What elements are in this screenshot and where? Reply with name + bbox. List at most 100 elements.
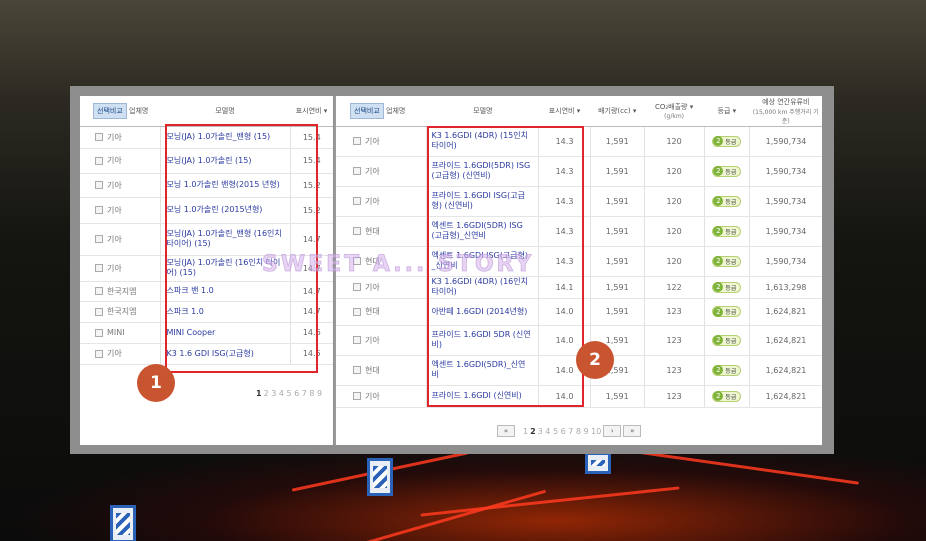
grade-badge: 2 등급 [712, 255, 742, 267]
fuel-cost-cell: 1,590,734 [749, 246, 822, 277]
model-header[interactable]: 모델명 [426, 96, 539, 127]
grade-number: 2 [713, 282, 724, 292]
row-checkbox[interactable] [353, 366, 361, 374]
grade-badge: 2 등급 [712, 135, 742, 147]
fuel-cost-cell: 1,590,734 [749, 126, 822, 157]
co2-cell: 120 [643, 246, 705, 277]
row-checkbox[interactable] [95, 349, 103, 358]
displacement-cell: 1,591 [589, 385, 645, 408]
grade-label: 등급 [725, 138, 737, 146]
fuel-cost-cell: 1,613,298 [749, 276, 822, 299]
page-current[interactable]: 1 [256, 389, 262, 398]
maker-cell: 현대 [365, 365, 380, 375]
grade-header-sort[interactable]: 등급 ▾ [704, 96, 750, 127]
co2-cell: 123 [643, 325, 705, 356]
row-checkbox[interactable] [95, 206, 103, 214]
co2-cell: 123 [643, 385, 705, 408]
displacement-cell: 1,591 [589, 186, 645, 217]
grade-badge: 2 등급 [712, 390, 742, 402]
maker-cell: 기아 [107, 205, 122, 215]
grade-number: 2 [713, 365, 724, 375]
grade-number: 2 [713, 166, 724, 176]
efficiency-header-sort[interactable]: 표시연비 ▾ [538, 96, 591, 127]
fuel-cost-cell: 1,590,734 [749, 216, 822, 247]
row-checkbox[interactable] [95, 328, 103, 337]
grade-number: 2 [713, 256, 724, 266]
displacement-cell: 1,591 [589, 298, 645, 326]
pagination-2: « 1 2 3 4 5 6 7 8 9 10 › » [497, 425, 642, 437]
grade-label: 등급 [725, 198, 737, 206]
co2-header-sort[interactable]: CO₂배출량 ▾ (g/km) [644, 96, 705, 127]
grade-label: 등급 [725, 309, 737, 316]
grade-label: 등급 [725, 337, 737, 345]
displacement-cell: 1,591 [589, 246, 645, 277]
grade-label: 등급 [725, 258, 737, 266]
road-sign-icon [367, 458, 393, 496]
page-link[interactable]: 1 [523, 427, 528, 436]
next-page-button[interactable]: › [603, 425, 622, 437]
grade-badge: 2 등급 [712, 334, 742, 346]
step-badge-2: 2 [576, 341, 614, 379]
row-checkbox[interactable] [353, 283, 361, 291]
row-checkbox[interactable] [353, 392, 361, 400]
last-page-button[interactable]: » [623, 425, 642, 437]
grade-badge: 2 등급 [712, 281, 742, 293]
row-checkbox[interactable] [353, 197, 361, 205]
row-checkbox[interactable] [353, 307, 361, 316]
maker-cell: 기아 [107, 234, 122, 244]
efficiency-header-sort[interactable]: 표시연비 ▾ [290, 96, 333, 127]
grade-number: 2 [713, 306, 724, 317]
page-links[interactable]: 3 4 5 6 7 8 9 10 [538, 427, 602, 436]
grade-badge: 2 등급 [712, 195, 742, 207]
maker-cell: 한국지엠 [107, 286, 137, 296]
row-checkbox[interactable] [95, 307, 103, 316]
fuel-cost-cell: 1,624,821 [749, 385, 822, 408]
row-checkbox[interactable] [95, 264, 103, 272]
pagination-1: 1 2 3 4 5 6 7 8 9 [256, 389, 322, 398]
row-checkbox[interactable] [353, 336, 361, 344]
maker-cell: 기아 [365, 196, 380, 206]
fuel-cost-cell: 1,624,821 [749, 355, 822, 386]
maker-cell: 기아 [107, 132, 122, 142]
displacement-cell: 1,591 [589, 156, 645, 187]
maker-cell: 기아 [365, 282, 380, 292]
maker-cell: 기아 [365, 166, 380, 176]
displacement-cell: 1,591 [589, 216, 645, 247]
compare-selected-button[interactable]: 선택비교 [93, 102, 127, 119]
maker-cell: 한국지엠 [107, 307, 137, 316]
grade-label: 등급 [725, 228, 737, 236]
grade-label: 등급 [725, 168, 737, 176]
maker-cell: 기아 [107, 156, 122, 165]
row-checkbox[interactable] [353, 137, 361, 145]
grade-number: 2 [713, 196, 724, 206]
grade-badge: 2 등급 [712, 225, 742, 237]
road-sign-icon [585, 452, 611, 474]
row-checkbox[interactable] [95, 181, 103, 189]
row-checkbox[interactable] [95, 133, 103, 141]
grade-badge: 2 등급 [712, 364, 742, 376]
watermark: SWEET A... STORY [261, 252, 535, 278]
grade-label: 등급 [725, 367, 737, 375]
page-links[interactable]: 2 3 4 5 6 7 8 9 [264, 389, 323, 398]
first-page-button[interactable]: « [497, 425, 515, 437]
displacement-cell: 1,591 [589, 126, 645, 157]
page-current[interactable]: 2 [530, 427, 536, 436]
co2-cell: 120 [643, 156, 705, 187]
maker-cell: 기아 [365, 391, 380, 401]
row-checkbox[interactable] [353, 227, 361, 235]
grade-number: 2 [713, 391, 724, 401]
fuel-cost-cell: 1,624,821 [749, 298, 822, 326]
step-badge-1: 1 [137, 364, 175, 402]
maker-cell: 현대 [365, 307, 380, 316]
grade-number: 2 [713, 136, 724, 146]
row-checkbox[interactable] [95, 235, 103, 243]
row-checkbox[interactable] [95, 287, 103, 295]
compare-selected-button[interactable]: 선택비교 [350, 102, 384, 119]
road-sign-icon [110, 505, 136, 541]
displacement-header-sort[interactable]: 배기량(cc) ▾ [590, 96, 645, 127]
model-header[interactable]: 모델명 [160, 96, 290, 127]
row-checkbox[interactable] [95, 156, 103, 165]
row-checkbox[interactable] [353, 167, 361, 175]
co2-cell: 123 [643, 355, 705, 386]
maker-header: 업체명 [129, 106, 149, 115]
